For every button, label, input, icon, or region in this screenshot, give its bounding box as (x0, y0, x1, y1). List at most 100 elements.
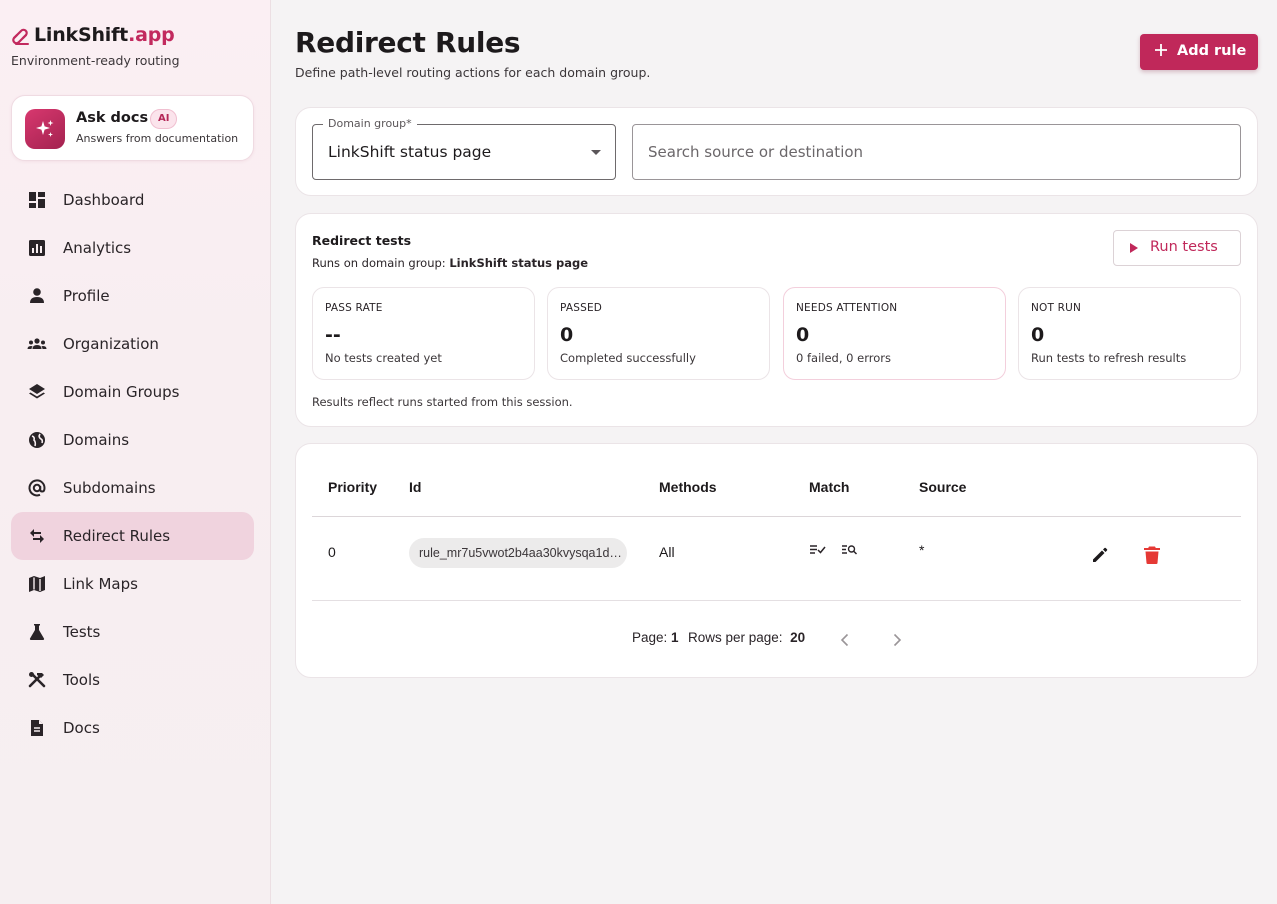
flask-icon (29, 624, 45, 640)
stat-not-run: NOT RUN 0 Run tests to refresh results (1018, 287, 1241, 380)
ask-docs-card[interactable]: Ask docs AI Answers from documentation (11, 95, 254, 161)
stat-description: Run tests to refresh results (1031, 351, 1187, 365)
document-icon (31, 720, 43, 736)
cell-methods: All (659, 544, 675, 560)
sidebar: LinkShift.app Environment-ready routing … (0, 0, 271, 904)
stat-needs-attention: NEEDS ATTENTION 0 0 failed, 0 errors (783, 287, 1006, 380)
tools-icon (28, 672, 46, 688)
run-tests-label: Run tests (1150, 239, 1218, 255)
sidebar-item-domain-groups[interactable]: Domain Groups (11, 368, 254, 416)
map-icon (29, 576, 45, 592)
match-rules-icon[interactable] (809, 543, 826, 556)
stat-label: PASS RATE (325, 302, 383, 314)
rows-per-page[interactable]: Rows per page: 20 (688, 630, 805, 645)
brand[interactable]: LinkShift.app (11, 24, 175, 46)
sidebar-item-tools[interactable]: Tools (11, 656, 254, 704)
sidebar-item-label: Redirect Rules (63, 527, 171, 545)
brand-tagline: Environment-ready routing (11, 53, 180, 68)
stat-description: No tests created yet (325, 351, 442, 365)
chevron-left-icon[interactable] (840, 633, 850, 647)
globe-icon (29, 432, 45, 448)
cell-source: * (919, 542, 925, 558)
sidebar-item-link-maps[interactable]: Link Maps (11, 560, 254, 608)
page-subtitle: Define path-level routing actions for ea… (295, 65, 651, 80)
rules-table-card: Priority Id Methods Match Source 0 rule_… (295, 443, 1258, 678)
stat-value: -- (325, 324, 341, 346)
sidebar-item-label: Tools (63, 671, 100, 689)
sidebar-item-label: Subdomains (63, 479, 156, 497)
domain-group-select[interactable]: Domain group* LinkShift status page (312, 117, 616, 180)
sidebar-item-label: Analytics (63, 239, 132, 257)
sidebar-item-label: Dashboard (63, 191, 145, 209)
domain-group-value: LinkShift status page (328, 143, 492, 161)
sidebar-item-organization[interactable]: Organization (11, 320, 254, 368)
ask-docs-subtitle: Answers from documentation (76, 132, 239, 145)
sidebar-nav: Dashboard Analytics Profile Organization… (11, 176, 254, 752)
sidebar-item-label: Docs (63, 719, 100, 737)
caret-down-icon (591, 150, 601, 155)
main-content: Redirect Rules Define path-level routing… (271, 0, 1277, 904)
tests-footnote: Results reflect runs started from this s… (312, 395, 573, 409)
match-search-icon[interactable] (841, 543, 858, 556)
tests-runs-on: Runs on domain group: LinkShift status p… (312, 256, 589, 270)
sidebar-item-label: Tests (63, 623, 101, 641)
stat-value: 0 (560, 324, 574, 346)
stat-label: NOT RUN (1031, 302, 1082, 314)
tests-title: Redirect tests (312, 233, 412, 248)
link-logo-icon (12, 28, 29, 45)
stat-value: 0 (1031, 324, 1045, 346)
sidebar-item-subdomains[interactable]: Subdomains (11, 464, 254, 512)
ask-docs-title: Ask docs (76, 110, 149, 126)
page-title: Redirect Rules (295, 26, 521, 59)
dashboard-icon (29, 192, 45, 208)
stat-description: 0 failed, 0 errors (796, 351, 891, 365)
play-icon (1130, 243, 1138, 253)
analytics-icon (29, 240, 45, 256)
add-rule-label: Add rule (1177, 43, 1247, 59)
sidebar-item-label: Domains (63, 431, 130, 449)
ai-badge: AI (150, 109, 178, 129)
at-sign-icon (28, 479, 46, 497)
sidebar-item-domains[interactable]: Domains (11, 416, 254, 464)
sidebar-item-redirect-rules[interactable]: Redirect Rules (11, 512, 254, 560)
stat-pass-rate: PASS RATE -- No tests created yet (312, 287, 535, 380)
person-icon (30, 288, 44, 303)
column-header-priority[interactable]: Priority (328, 479, 377, 495)
filter-card: Domain group* LinkShift status page (295, 107, 1258, 196)
stat-value: 0 (796, 324, 810, 346)
sidebar-item-label: Organization (63, 335, 159, 353)
search-input[interactable] (632, 124, 1241, 180)
group-icon (27, 338, 47, 349)
page-indicator: Page: 1 (632, 630, 679, 645)
sidebar-item-label: Profile (63, 287, 110, 305)
brand-name: LinkShift.app (34, 24, 175, 46)
redirect-tests-card: Redirect tests Runs on domain group: Lin… (295, 213, 1258, 427)
sidebar-item-tests[interactable]: Tests (11, 608, 254, 656)
sidebar-item-docs[interactable]: Docs (11, 704, 254, 752)
stat-label: NEEDS ATTENTION (796, 302, 898, 314)
chevron-right-icon[interactable] (892, 633, 902, 647)
column-header-source[interactable]: Source (919, 479, 966, 495)
plus-icon (1155, 44, 1167, 56)
edit-pencil-icon[interactable] (1090, 545, 1110, 565)
column-header-methods[interactable]: Methods (659, 479, 717, 495)
rule-id-chip[interactable]: rule_mr7u5vwot2b4aa30kvysqa1d… (409, 538, 627, 568)
sidebar-item-analytics[interactable]: Analytics (11, 224, 254, 272)
add-rule-button[interactable]: Add rule (1140, 34, 1258, 70)
stat-passed: PASSED 0 Completed successfully (547, 287, 770, 380)
layers-icon (29, 384, 45, 399)
column-header-id[interactable]: Id (409, 479, 421, 495)
sidebar-item-dashboard[interactable]: Dashboard (11, 176, 254, 224)
stat-label: PASSED (560, 302, 603, 314)
sidebar-item-label: Link Maps (63, 575, 138, 593)
cell-priority: 0 (328, 544, 336, 560)
sparkle-icon (25, 109, 65, 149)
sidebar-item-profile[interactable]: Profile (11, 272, 254, 320)
stat-description: Completed successfully (560, 351, 696, 365)
column-header-match[interactable]: Match (809, 479, 849, 495)
table-row[interactable]: 0 rule_mr7u5vwot2b4aa30kvysqa1d… All * (312, 517, 1241, 601)
run-tests-button[interactable]: Run tests (1113, 230, 1241, 266)
delete-trash-icon[interactable] (1143, 545, 1161, 565)
swap-arrows-icon (30, 529, 44, 543)
sidebar-item-label: Domain Groups (63, 383, 180, 401)
